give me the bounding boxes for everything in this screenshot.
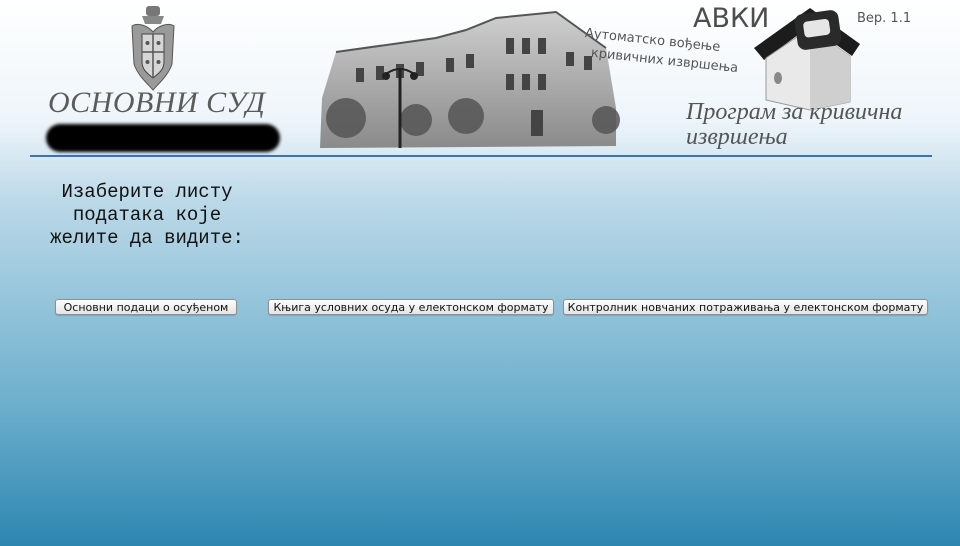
court-title: ОСНОВНИ СУД (48, 86, 266, 119)
courthouse-building-image (320, 10, 620, 148)
program-title: Програм за кривична извршења (686, 99, 903, 150)
basic-convict-data-button[interactable]: Основни подаци о осуђеном (55, 299, 237, 315)
header-divider (30, 155, 932, 157)
suspended-sentences-book-button[interactable]: Књига условних осуда у електонском форма… (268, 299, 554, 315)
version-label: Вер. 1.1 (857, 11, 912, 26)
selection-prompt: Изаберите листу података које желите да … (50, 181, 244, 249)
coat-of-arms-icon (131, 6, 175, 91)
monetary-claims-register-button[interactable]: Контролник новчаних потраживања у електо… (563, 299, 928, 315)
redacted-court-name (46, 124, 280, 152)
house-logo-icon (754, 8, 860, 111)
